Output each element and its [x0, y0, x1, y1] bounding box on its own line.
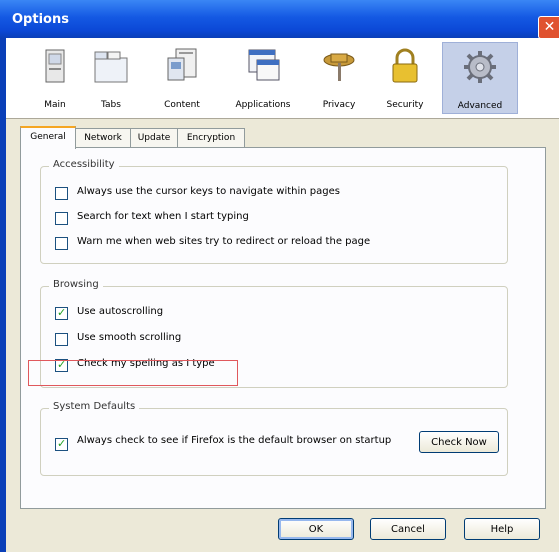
accessibility-group: Accessibility Always use the cursor keys…	[40, 159, 508, 264]
checkbox-label: Always use the cursor keys to navigate w…	[77, 186, 340, 197]
dialog-client-area: Main Tabs Content Applications Privacy S…	[6, 38, 559, 552]
group-title: System Defaults	[49, 401, 140, 412]
general-panel: Accessibility Always use the cursor keys…	[20, 147, 546, 509]
tab-network[interactable]: Network	[75, 128, 131, 147]
checkbox-label: Always check to see if Firefox is the de…	[77, 435, 392, 446]
system-defaults-group: System Defaults ✓ Always check to see if…	[40, 401, 508, 476]
checkmark-icon: ✓	[57, 306, 67, 319]
options-window: Options ✕ Main Tabs Content Applications…	[0, 0, 559, 552]
checkmark-icon: ✓	[57, 437, 67, 450]
security-icon	[392, 48, 418, 83]
tab-general[interactable]: General	[20, 126, 76, 149]
group-title: Browsing	[49, 279, 103, 290]
checkbox-label: Use smooth scrolling	[77, 332, 182, 343]
checkbox[interactable]: ✓	[55, 306, 68, 320]
checkbox-label: Warn me when web sites try to redirect o…	[77, 236, 371, 247]
checkbox[interactable]	[55, 237, 68, 250]
checkbox[interactable]	[55, 333, 68, 346]
toolbar-item-advanced[interactable]: Advanced	[442, 42, 518, 114]
toolbar-item-security[interactable]: Security	[378, 42, 432, 114]
checkbox[interactable]: ✓	[55, 437, 68, 451]
toolbar-item-privacy[interactable]: Privacy	[312, 42, 366, 114]
dialog-button-bar: OK Cancel Help	[6, 508, 559, 552]
tab-encryption[interactable]: Encryption	[177, 128, 245, 147]
toolbar-item-main[interactable]: Main	[32, 42, 78, 114]
checkbox[interactable]	[55, 187, 68, 200]
toolbar-label: Main	[44, 100, 66, 110]
cancel-button[interactable]: Cancel	[370, 518, 446, 540]
applications-icon	[248, 49, 280, 81]
toolbar-label: Content	[164, 100, 200, 110]
tabs-icon	[94, 51, 128, 83]
toolbar-item-tabs[interactable]: Tabs	[88, 42, 134, 114]
checkbox[interactable]	[55, 212, 68, 225]
advanced-icon	[464, 51, 496, 83]
content-icon	[167, 48, 197, 81]
privacy-icon	[323, 53, 355, 81]
toolbar-item-content[interactable]: Content	[154, 42, 210, 114]
group-title: Accessibility	[49, 159, 119, 170]
category-toolbar: Main Tabs Content Applications Privacy S…	[6, 38, 559, 119]
main-icon	[45, 49, 65, 83]
toolbar-item-applications[interactable]: Applications	[224, 42, 302, 114]
title-bar[interactable]: Options ✕	[0, 0, 559, 39]
check-now-button[interactable]: Check Now	[419, 431, 499, 453]
window-title: Options	[12, 12, 69, 27]
checkbox-label: Search for text when I start typing	[77, 211, 249, 222]
toolbar-label: Security	[386, 100, 424, 110]
toolbar-label: Tabs	[101, 100, 121, 110]
close-button[interactable]: ✕	[538, 16, 559, 39]
toolbar-label: Applications	[235, 100, 291, 110]
toolbar-label: Advanced	[457, 101, 503, 111]
help-button[interactable]: Help	[464, 518, 540, 540]
ok-button[interactable]: OK	[278, 518, 354, 540]
toolbar-label: Privacy	[322, 100, 356, 110]
tab-update[interactable]: Update	[130, 128, 178, 147]
spell-check-highlight-box	[28, 360, 238, 386]
checkbox-label: Use autoscrolling	[77, 306, 164, 317]
